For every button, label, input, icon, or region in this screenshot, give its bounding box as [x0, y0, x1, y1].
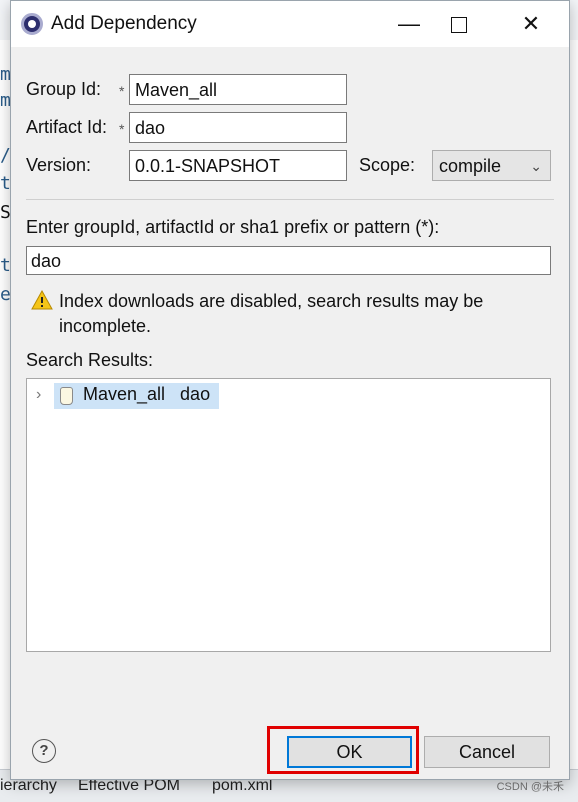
search-input[interactable]: dao: [26, 246, 551, 275]
dialog-body: Group Id: * Maven_all Artifact Id: * dao…: [11, 47, 569, 779]
version-label: Version:: [26, 155, 92, 175]
chevron-down-icon: ⌄: [530, 158, 542, 174]
search-results-tree[interactable]: › Maven_all dao: [26, 378, 551, 652]
dialog-title: Add Dependency: [51, 13, 197, 34]
separator: [26, 199, 554, 200]
help-icon[interactable]: ?: [32, 739, 56, 763]
warning-icon: [31, 290, 53, 310]
cancel-button[interactable]: Cancel: [424, 736, 550, 768]
search-results-label: Search Results:: [26, 350, 154, 370]
required-marker: *: [119, 121, 125, 137]
group-id-field[interactable]: Maven_all: [129, 74, 347, 105]
maximize-icon: [451, 17, 467, 34]
version-field[interactable]: 0.0.1-SNAPSHOT: [129, 150, 347, 181]
tree-item-label: Maven_all dao: [83, 384, 211, 404]
minimize-button[interactable]: —: [389, 9, 429, 39]
maximize-button[interactable]: [439, 9, 479, 39]
add-dependency-dialog: Add Dependency — ✕ Group Id: * Maven_all…: [10, 0, 570, 780]
eclipse-icon: [21, 13, 43, 35]
jar-icon: [60, 387, 73, 405]
warning-text: Index downloads are disabled, search res…: [59, 291, 484, 336]
search-prompt-label: Enter groupId, artifactId or sha1 prefix…: [26, 217, 440, 237]
group-id-label: Group Id:: [26, 79, 102, 99]
artifact-id-label: Artifact Id:: [26, 117, 108, 137]
close-button[interactable]: ✕: [511, 9, 551, 39]
required-marker: *: [119, 83, 125, 99]
chevron-right-icon[interactable]: ›: [36, 386, 41, 404]
scope-value: compile: [439, 156, 502, 176]
scope-label: Scope:: [359, 155, 416, 175]
ok-highlight-annotation: [267, 726, 419, 774]
title-bar[interactable]: Add Dependency — ✕: [11, 1, 569, 47]
watermark: CSDN @未禾: [496, 781, 564, 793]
scope-select[interactable]: compile ⌄: [432, 150, 551, 181]
artifact-id-field[interactable]: dao: [129, 112, 347, 143]
